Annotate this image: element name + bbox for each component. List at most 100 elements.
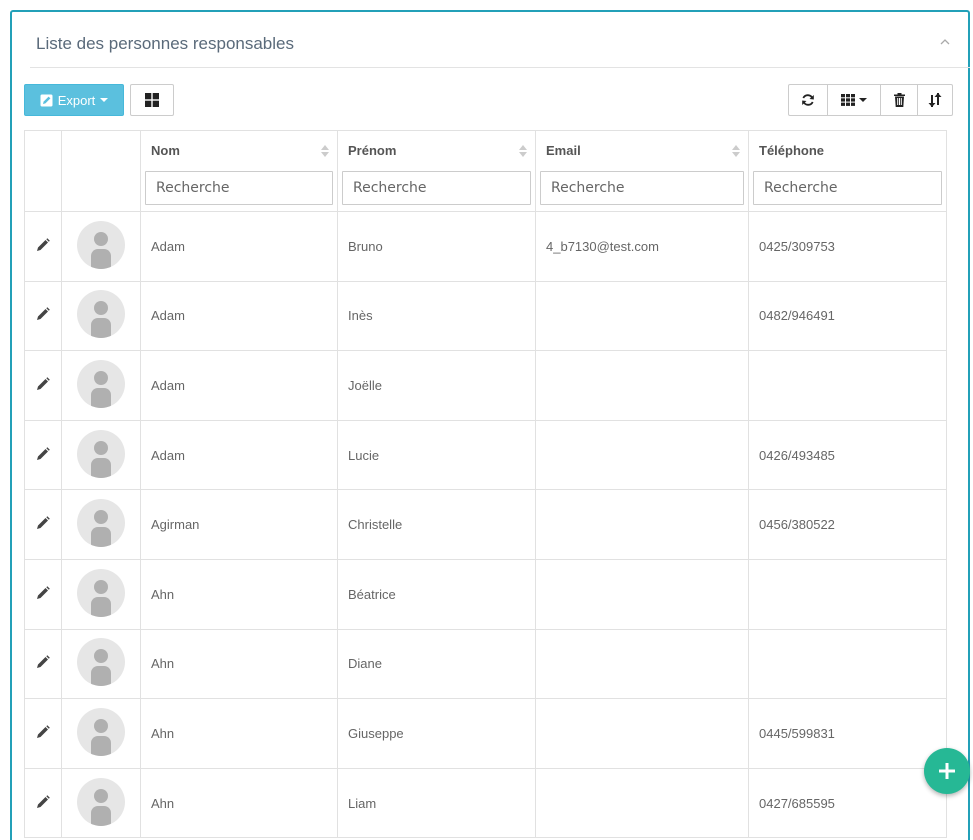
export-button[interactable]: Export bbox=[24, 84, 124, 116]
edit-cell bbox=[24, 767, 62, 839]
sort-both-icon bbox=[519, 145, 527, 157]
column-label: Email bbox=[546, 143, 581, 158]
edit-cell bbox=[24, 698, 62, 769]
cell-email bbox=[535, 489, 749, 560]
edit-square-icon bbox=[40, 94, 53, 106]
pencil-icon[interactable] bbox=[36, 794, 50, 809]
edit-cell bbox=[24, 489, 62, 560]
edit-cell bbox=[24, 350, 62, 421]
avatar-cell bbox=[61, 419, 141, 491]
edit-cell bbox=[24, 558, 62, 630]
column-header-telephone[interactable]: Téléphone bbox=[748, 130, 947, 212]
cell-prenom: Inès bbox=[337, 280, 536, 352]
cell-telephone bbox=[748, 628, 947, 700]
edit-cell bbox=[24, 628, 62, 700]
edit-cell bbox=[24, 419, 62, 491]
card-view-button[interactable] bbox=[130, 84, 174, 116]
add-button[interactable] bbox=[924, 748, 970, 794]
avatar bbox=[77, 777, 125, 826]
cell-prenom: Liam bbox=[337, 767, 536, 839]
panel-title: Liste des personnes responsables bbox=[36, 34, 294, 53]
cell-email bbox=[535, 419, 749, 491]
caret-down-icon bbox=[100, 98, 109, 102]
avatar-column-header bbox=[61, 130, 141, 212]
cell-prenom: Giuseppe bbox=[337, 698, 536, 769]
delete-button[interactable] bbox=[880, 84, 918, 116]
cell-nom: Ahn bbox=[140, 628, 338, 700]
table-row[interactable]: Ahn Diane bbox=[24, 628, 947, 700]
grid-icon bbox=[145, 93, 159, 107]
table-row[interactable]: Ahn Béatrice bbox=[24, 558, 947, 630]
filter-input-telephone[interactable] bbox=[753, 171, 942, 205]
chevron-up-icon[interactable] bbox=[938, 37, 952, 47]
sort-button[interactable] bbox=[917, 84, 953, 116]
table-row[interactable]: Adam Bruno 4_b7130@test.com 0425/309753 bbox=[24, 211, 947, 282]
column-header-prenom[interactable]: Prénom bbox=[337, 130, 536, 212]
table-row[interactable]: Ahn Liam 0427/685595 bbox=[24, 767, 947, 839]
avatar-cell bbox=[61, 628, 141, 700]
cell-prenom: Joëlle bbox=[337, 350, 536, 421]
column-label: Nom bbox=[151, 143, 180, 158]
sort-both-icon bbox=[321, 145, 329, 157]
cell-telephone: 0482/946491 bbox=[748, 280, 947, 352]
caret-down-icon bbox=[859, 98, 867, 102]
avatar bbox=[77, 638, 125, 687]
cell-email bbox=[535, 280, 749, 352]
cell-nom: Ahn bbox=[140, 767, 338, 839]
table-row[interactable]: Agirman Christelle 0456/380522 bbox=[24, 489, 947, 560]
cell-nom: Adam bbox=[140, 419, 338, 491]
cell-telephone bbox=[748, 558, 947, 630]
cell-nom: Adam bbox=[140, 350, 338, 421]
pencil-icon[interactable] bbox=[36, 237, 50, 252]
cell-prenom: Lucie bbox=[337, 419, 536, 491]
pencil-icon[interactable] bbox=[36, 655, 50, 669]
table-row[interactable]: Adam Inès 0482/946491 bbox=[24, 280, 947, 352]
cell-prenom: Béatrice bbox=[337, 558, 536, 630]
cell-email bbox=[535, 628, 749, 700]
avatar-cell bbox=[61, 489, 141, 560]
cell-email bbox=[535, 767, 749, 839]
avatar-cell bbox=[61, 350, 141, 421]
cell-prenom: Christelle bbox=[337, 489, 536, 560]
pencil-icon[interactable] bbox=[36, 307, 50, 321]
columns-button[interactable] bbox=[827, 84, 881, 116]
column-header-email[interactable]: Email bbox=[535, 130, 749, 212]
cell-telephone: 0456/380522 bbox=[748, 489, 947, 560]
cell-telephone: 0427/685595 bbox=[748, 767, 947, 839]
column-label: Prénom bbox=[348, 143, 397, 158]
toolbar-right bbox=[788, 84, 953, 116]
avatar bbox=[77, 220, 125, 269]
cell-telephone: 0426/493485 bbox=[748, 419, 947, 491]
refresh-button[interactable] bbox=[788, 84, 828, 116]
table-row[interactable]: Adam Joëlle bbox=[24, 350, 947, 421]
edit-cell bbox=[24, 280, 62, 352]
pencil-icon[interactable] bbox=[36, 446, 50, 461]
avatar-cell bbox=[61, 280, 141, 352]
avatar-cell bbox=[61, 558, 141, 630]
cell-telephone: 0445/599831 bbox=[748, 698, 947, 769]
avatar bbox=[77, 499, 125, 548]
trash-icon bbox=[893, 93, 905, 107]
avatar-cell bbox=[61, 211, 141, 282]
responsables-table: Nom Prénom Email Téléphone bbox=[24, 130, 947, 839]
table-row[interactable]: Ahn Giuseppe 0445/599831 bbox=[24, 698, 947, 769]
table-row[interactable]: Adam Lucie 0426/493485 bbox=[24, 419, 947, 491]
avatar bbox=[77, 290, 125, 339]
toolbar-left: Export bbox=[24, 84, 174, 116]
pencil-icon[interactable] bbox=[36, 516, 50, 530]
column-header-nom[interactable]: Nom bbox=[140, 130, 338, 212]
cell-telephone bbox=[748, 350, 947, 421]
pencil-icon[interactable] bbox=[36, 377, 50, 391]
pencil-icon[interactable] bbox=[36, 585, 50, 600]
cell-prenom: Diane bbox=[337, 628, 536, 700]
refresh-icon bbox=[802, 94, 814, 106]
avatar bbox=[77, 429, 125, 478]
cell-nom: Agirman bbox=[140, 489, 338, 560]
pencil-icon[interactable] bbox=[36, 725, 50, 739]
filter-input-prenom[interactable] bbox=[342, 171, 531, 205]
sort-both-icon bbox=[732, 145, 740, 157]
cell-email: 4_b7130@test.com bbox=[535, 211, 749, 282]
filter-input-email[interactable] bbox=[540, 171, 744, 205]
filter-input-nom[interactable] bbox=[145, 171, 333, 205]
cell-nom: Adam bbox=[140, 280, 338, 352]
